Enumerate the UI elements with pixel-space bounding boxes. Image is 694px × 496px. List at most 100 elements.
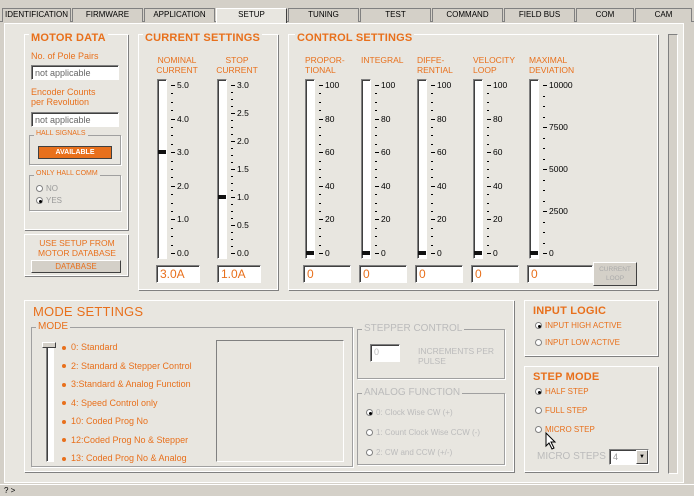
radio-icon	[535, 322, 542, 330]
stop-current-slider-tick-label: 3.0	[237, 80, 249, 90]
control-slider-value[interactable]: 0	[471, 265, 519, 283]
step-mode-label: HALF STEP	[545, 387, 589, 396]
control-slider-1-minor-tick	[375, 194, 377, 196]
control-slider-1-track[interactable]	[361, 79, 371, 259]
mode-item[interactable]: 3:Standard & Analog Function	[62, 379, 191, 389]
stop-current-slider-minor-tick	[231, 134, 233, 135]
control-slider-value[interactable]: 0	[527, 265, 593, 283]
control-slider-2-tick-label: 60	[437, 147, 447, 158]
tab-identification[interactable]: IDENTIFICATION	[2, 8, 71, 22]
stop-current-label-2: CURRENT	[216, 65, 258, 75]
nominal-current-slider-minor-tick	[171, 169, 173, 170]
tab-setup[interactable]: SETUP	[216, 8, 287, 23]
control-slider-2-tick	[431, 185, 435, 187]
stop-current-slider-minor-tick	[231, 148, 233, 149]
nominal-current-slider-minor-tick	[171, 227, 173, 229]
current-loop-button[interactable]: CURRENT LOOP	[593, 262, 637, 286]
chevron-down-icon[interactable]: ▼	[636, 450, 648, 464]
control-slider-2-minor-tick	[431, 93, 433, 95]
mode-group-label: MODE	[36, 321, 70, 332]
control-slider-2-minor-tick	[431, 110, 433, 112]
mode-item[interactable]: 2: Standard & Stepper Control	[62, 361, 192, 371]
tab-cam[interactable]: CAM	[635, 8, 692, 22]
nominal-current-value[interactable]: 3.0A	[156, 265, 200, 283]
tab-field-bus[interactable]: FIELD BUS	[504, 8, 575, 22]
pole-pairs-field[interactable]: not applicable	[31, 65, 119, 80]
control-slider-label-2: DEVIATION	[529, 65, 575, 75]
stop-current-slider-thumb[interactable]	[218, 195, 226, 200]
mode-item[interactable]: 4: Speed Control only	[62, 398, 158, 408]
control-slider-2-tick	[431, 219, 435, 221]
control-slider-4-track[interactable]	[529, 79, 539, 259]
control-slider-4-tick	[543, 253, 547, 254]
mode-item[interactable]: 10: Coded Prog No	[62, 416, 148, 426]
input-logic-radio[interactable]: INPUT LOW ACTIVE	[535, 338, 620, 348]
input-logic-radio[interactable]: INPUT HIGH ACTIVE	[535, 321, 622, 331]
control-slider-1-minor-tick	[375, 211, 377, 212]
mode-item-label: 4: Speed Control only	[71, 397, 158, 408]
control-slider-0-tick-label: 40	[325, 180, 335, 191]
control-slider-0-track[interactable]	[305, 79, 315, 259]
nominal-current-slider-track[interactable]	[157, 79, 167, 259]
step-mode-radio[interactable]: HALF STEP	[535, 387, 589, 397]
control-slider-1-minor-tick	[375, 110, 377, 112]
analog-option-radio[interactable]: 1: Count Clock Wise CCW (-)	[366, 428, 480, 438]
analog-option-radio[interactable]: 2: CW and CCW (+/-)	[366, 448, 452, 458]
mode-item[interactable]: 13: Coded Prog No & Analog	[62, 453, 187, 463]
control-slider-3-thumb[interactable]	[474, 251, 482, 255]
stop-current-slider-minor-tick	[231, 246, 233, 247]
step-mode-panel: STEP MODE HALF STEP FULL STEP MICRO STEP M…	[524, 366, 658, 472]
control-slider-4-tick	[543, 85, 547, 86]
control-slider-0-tick-label: 20	[325, 214, 335, 225]
control-slider-2-track[interactable]	[417, 79, 427, 259]
mode-slider-track[interactable]	[46, 344, 54, 462]
control-slider-value[interactable]: 0	[415, 265, 463, 283]
stop-current-value[interactable]: 1.0A	[217, 265, 261, 283]
nominal-current-slider-thumb[interactable]	[158, 150, 166, 155]
tab-test[interactable]: TEST	[360, 8, 431, 22]
tab-com[interactable]: COM	[576, 8, 634, 22]
step-mode-radio[interactable]: MICRO STEP	[535, 425, 595, 435]
control-slider-4-thumb[interactable]	[530, 251, 538, 255]
control-slider-3-minor-tick	[487, 227, 489, 229]
hall-yes-radio[interactable]: YES	[36, 196, 62, 206]
bullet-icon	[62, 345, 66, 350]
mode-item[interactable]: 12:Coded Prog No & Stepper	[62, 435, 188, 445]
nominal-current-slider-tick	[171, 185, 175, 187]
tab-firmware[interactable]: FIRMWARE	[72, 8, 143, 22]
database-button[interactable]: DATABASE	[31, 260, 121, 273]
control-slider-1-minor-tick	[375, 143, 377, 145]
control-slider-1-minor-tick	[375, 101, 377, 103]
analog-option-radio[interactable]: 0: Clock Wise CW (+)	[366, 408, 453, 418]
control-slider-1-tick	[375, 219, 379, 221]
micro-steps-select[interactable]: 4 ▼	[609, 449, 649, 465]
control-slider-0-minor-tick	[319, 110, 321, 112]
control-slider-value[interactable]: 0	[359, 265, 407, 283]
database-line-2: MOTOR DATABASE	[38, 248, 116, 258]
nominal-current-slider-minor-tick	[171, 160, 173, 162]
control-slider-2-thumb[interactable]	[418, 251, 426, 255]
control-slider-0-tick	[319, 85, 323, 86]
encoder-label-2: per Revolution	[31, 97, 90, 107]
mode-item[interactable]: 0: Standard	[62, 342, 118, 352]
tab-command[interactable]: COMMAND	[432, 8, 503, 22]
control-slider-value[interactable]: 0	[303, 265, 351, 283]
mode-slider-thumb[interactable]	[42, 342, 56, 348]
control-slider-1-minor-tick	[375, 160, 377, 162]
control-slider-2-minor-tick	[431, 169, 433, 170]
bullet-icon	[62, 438, 66, 443]
increments-field[interactable]: 0	[370, 344, 400, 362]
hall-no-radio[interactable]: NO	[36, 184, 58, 194]
control-slider-3-track[interactable]	[473, 79, 483, 259]
step-mode-radio[interactable]: FULL STEP	[535, 406, 587, 416]
tab-application[interactable]: APPLICATION	[144, 8, 215, 22]
control-slider-3-minor-tick	[487, 177, 489, 179]
stop-current-slider-track[interactable]	[217, 79, 227, 259]
tab-tuning[interactable]: TUNING	[288, 8, 359, 22]
control-slider-4-minor-tick	[543, 148, 545, 149]
encoder-counts-field[interactable]: not applicable	[31, 112, 119, 127]
control-slider-0-thumb[interactable]	[306, 251, 314, 255]
mode-item-label: 12:Coded Prog No & Stepper	[71, 434, 189, 445]
control-slider-1-thumb[interactable]	[362, 251, 370, 255]
scroll-track[interactable]	[668, 34, 678, 474]
